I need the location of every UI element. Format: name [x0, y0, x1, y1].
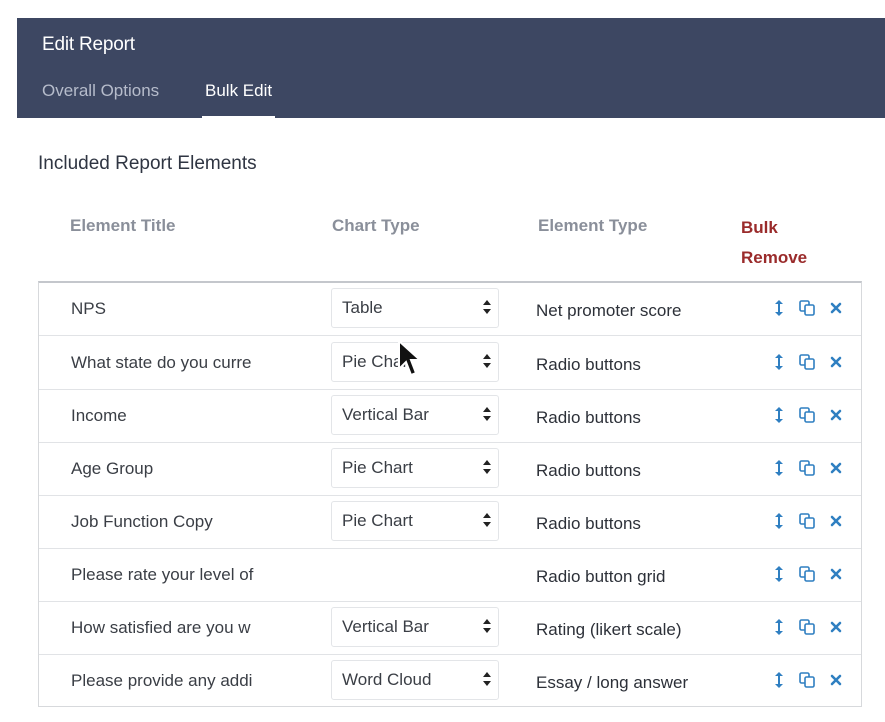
select-arrows-icon: [483, 672, 491, 686]
chart-type-value: Pie Chart: [342, 458, 413, 477]
move-icon[interactable]: [770, 298, 788, 318]
page-title: Edit Report: [42, 34, 135, 55]
element-type: Radio button grid: [536, 567, 666, 586]
element-type: Essay / long answer: [536, 673, 689, 692]
bulk-remove-line2: Remove: [741, 248, 808, 267]
chart-type-select[interactable]: Vertical Bar: [331, 607, 499, 647]
element-title: How satisfied are you w: [71, 618, 251, 637]
move-icon[interactable]: [770, 564, 788, 584]
report-elements-table: NPS Table Net promoter score What state …: [38, 281, 862, 707]
copy-icon[interactable]: [798, 617, 816, 637]
copy-icon[interactable]: [798, 511, 816, 531]
table-row: Age Group Pie Chart Radio buttons: [39, 443, 861, 496]
section-title: Included Report Elements: [38, 153, 257, 174]
column-header-element-title: Element Title: [70, 216, 176, 235]
table-row: NPS Table Net promoter score: [39, 283, 861, 336]
chart-type-select[interactable]: Pie Chart: [331, 448, 499, 488]
chart-type-value: Table: [342, 298, 383, 317]
chart-type-select[interactable]: Pie Chart: [331, 342, 499, 382]
element-type: Net promoter score: [536, 301, 682, 320]
copy-icon[interactable]: [798, 405, 816, 425]
remove-icon[interactable]: [827, 458, 845, 478]
remove-icon[interactable]: [827, 617, 845, 637]
bulk-remove-link[interactable]: Bulk Remove: [741, 213, 807, 273]
chart-type-value: Word Cloud: [342, 670, 432, 689]
remove-icon[interactable]: [827, 564, 845, 584]
move-icon[interactable]: [770, 511, 788, 531]
tab-overall-options[interactable]: Overall Options: [42, 78, 159, 116]
remove-icon[interactable]: [827, 670, 845, 690]
table-row: Job Function Copy Pie Chart Radio button…: [39, 496, 861, 549]
remove-icon[interactable]: [827, 298, 845, 318]
chart-type-value: Pie Chart: [342, 511, 413, 530]
remove-icon[interactable]: [827, 405, 845, 425]
copy-icon[interactable]: [798, 352, 816, 372]
element-title: NPS: [71, 299, 106, 318]
select-arrows-icon: [483, 407, 491, 421]
remove-icon[interactable]: [827, 352, 845, 372]
element-title: What state do you curre: [71, 353, 252, 372]
copy-icon[interactable]: [798, 458, 816, 478]
move-icon[interactable]: [770, 617, 788, 637]
remove-icon[interactable]: [827, 511, 845, 531]
move-icon[interactable]: [770, 405, 788, 425]
copy-icon[interactable]: [798, 564, 816, 584]
element-title: Age Group: [71, 459, 154, 478]
element-type: Radio buttons: [536, 408, 641, 427]
chart-type-value: Pie Chart: [342, 352, 413, 371]
element-title: Job Function Copy: [71, 512, 213, 531]
element-type: Radio buttons: [536, 355, 641, 374]
column-header-element-type: Element Type: [538, 216, 648, 235]
copy-icon[interactable]: [798, 670, 816, 690]
table-row: How satisfied are you w Vertical Bar Rat…: [39, 602, 861, 655]
element-title: Income: [71, 406, 127, 425]
move-icon[interactable]: [770, 352, 788, 372]
element-type: Radio buttons: [536, 461, 641, 480]
select-arrows-icon: [483, 354, 491, 368]
table-row: Please provide any addi Word Cloud Essay…: [39, 655, 861, 708]
element-title: Please rate your level of: [71, 565, 254, 584]
element-type: Rating (likert scale): [536, 620, 682, 639]
chart-type-value: Vertical Bar: [342, 405, 429, 424]
element-type: Radio buttons: [536, 514, 641, 533]
chart-type-select[interactable]: Pie Chart: [331, 501, 499, 541]
tab-bulk-edit[interactable]: Bulk Edit: [202, 78, 276, 119]
select-arrows-icon: [483, 513, 491, 527]
chart-type-select[interactable]: Table: [331, 288, 499, 328]
table-row: Income Vertical Bar Radio buttons: [39, 390, 861, 443]
chart-type-select[interactable]: Word Cloud: [331, 660, 499, 700]
select-arrows-icon: [483, 619, 491, 633]
select-arrows-icon: [483, 460, 491, 474]
chart-type-select[interactable]: Vertical Bar: [331, 395, 499, 435]
table-row: Please rate your level of Radio button gr…: [39, 549, 861, 602]
move-icon[interactable]: [770, 458, 788, 478]
table-row: What state do you curre Pie Chart Radio …: [39, 337, 861, 390]
element-title: Please provide any addi: [71, 671, 253, 690]
bulk-remove-line1: Bulk: [741, 218, 778, 237]
move-icon[interactable]: [770, 670, 788, 690]
chart-type-value: Vertical Bar: [342, 617, 429, 636]
copy-icon[interactable]: [798, 298, 816, 318]
select-arrows-icon: [483, 300, 491, 314]
edit-report-header: Edit Report Overall Options Bulk Edit: [17, 18, 885, 119]
column-header-chart-type: Chart Type: [332, 216, 420, 235]
